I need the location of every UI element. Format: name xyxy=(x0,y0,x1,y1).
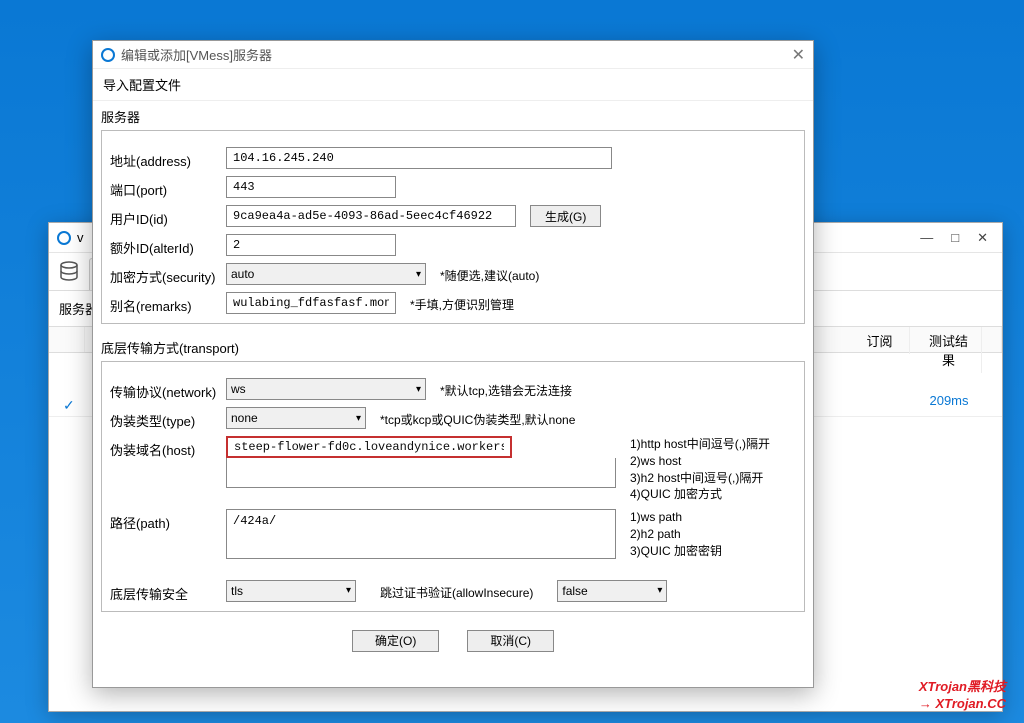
allow-insecure-value: false xyxy=(562,584,587,598)
host-hint-1: 1)http host中间逗号(,)隔开 xyxy=(630,436,770,453)
alterid-label: 额外ID(alterId) xyxy=(110,234,226,257)
test-latency-value: 209ms xyxy=(916,393,982,408)
col-subscription: 订阅 xyxy=(850,327,910,354)
security-label: 加密方式(security) xyxy=(110,263,226,286)
host-hint-2: 2)ws host xyxy=(630,453,770,470)
chevron-down-icon: ▾ xyxy=(346,585,351,596)
type-value: none xyxy=(231,411,258,425)
port-input[interactable] xyxy=(226,176,396,198)
menu-import-config[interactable]: 导入配置文件 xyxy=(93,69,813,101)
app-icon xyxy=(57,231,71,245)
close-button[interactable]: ✕ xyxy=(977,230,988,246)
allow-insecure-label: 跳过证书验证(allowInsecure) xyxy=(380,580,533,601)
main-window-title: v xyxy=(77,230,84,245)
tls-value: tls xyxy=(231,584,243,598)
host-extra-area[interactable] xyxy=(226,458,616,488)
ok-button[interactable]: 确定(O) xyxy=(352,630,439,652)
alterid-input[interactable] xyxy=(226,234,396,256)
group-server-header: 服务器 xyxy=(93,101,813,132)
tls-select[interactable]: tls ▾ xyxy=(226,580,356,602)
address-label: 地址(address) xyxy=(110,147,226,170)
dialog-title: 编辑或添加[VMess]服务器 xyxy=(121,45,272,64)
network-value: ws xyxy=(231,382,246,396)
userid-label: 用户ID(id) xyxy=(110,205,226,228)
chevron-down-icon: ▾ xyxy=(657,585,662,596)
type-hint: *tcp或kcp或QUIC伪装类型,默认none xyxy=(380,407,575,428)
tls-label: 底层传输安全 xyxy=(110,580,226,603)
group-transport: 传输协议(network) ws ▾ *默认tcp,选错会无法连接 伪装类型(t… xyxy=(101,361,805,612)
path-hint-1: 1)ws path xyxy=(630,509,722,526)
group-server: 地址(address) 端口(port) 用户ID(id) 生成(G) 额外ID… xyxy=(101,130,805,324)
host-input[interactable] xyxy=(226,436,512,458)
allow-insecure-select[interactable]: false ▾ xyxy=(557,580,667,602)
port-label: 端口(port) xyxy=(110,176,226,199)
chevron-down-icon: ▾ xyxy=(416,384,421,395)
dialog-close-button[interactable]: ✕ xyxy=(792,45,805,65)
path-hint-3: 3)QUIC 加密密钥 xyxy=(630,543,722,560)
col-test-result: 测试结果 xyxy=(916,327,982,373)
watermark-line2: XTrojan.CC xyxy=(919,695,1006,713)
vmess-dialog: 编辑或添加[VMess]服务器 ✕ 导入配置文件 服务器 地址(address)… xyxy=(92,40,814,688)
path-input[interactable]: /424a/ xyxy=(226,509,616,559)
path-label: 路径(path) xyxy=(110,509,226,532)
chevron-down-icon: ▾ xyxy=(416,269,421,280)
group-transport-header: 底层传输方式(transport) xyxy=(93,332,813,363)
address-input[interactable] xyxy=(226,147,612,169)
host-hint-3: 3)h2 host中间逗号(,)隔开 xyxy=(630,470,770,487)
network-label: 传输协议(network) xyxy=(110,378,226,401)
path-hint-2: 2)h2 path xyxy=(630,526,722,543)
remarks-hint: *手填,方便识别管理 xyxy=(410,292,514,313)
security-select[interactable]: auto ▾ xyxy=(226,263,426,285)
maximize-button[interactable]: □ xyxy=(951,230,959,246)
security-hint: *随便选,建议(auto) xyxy=(440,263,539,284)
type-label: 伪装类型(type) xyxy=(110,407,226,430)
dialog-app-icon xyxy=(101,48,115,62)
userid-input[interactable] xyxy=(226,205,516,227)
cancel-button[interactable]: 取消(C) xyxy=(467,630,554,652)
security-value: auto xyxy=(231,267,254,281)
watermark: XTrojan黑科技 XTrojan.CC xyxy=(919,678,1006,713)
network-hint: *默认tcp,选错会无法连接 xyxy=(440,378,572,399)
network-select[interactable]: ws ▾ xyxy=(226,378,426,400)
servers-icon xyxy=(57,260,81,284)
dialog-titlebar: 编辑或添加[VMess]服务器 ✕ xyxy=(93,41,813,69)
generate-id-button[interactable]: 生成(G) xyxy=(530,205,601,227)
host-label: 伪装域名(host) xyxy=(110,436,226,459)
host-hint-4: 4)QUIC 加密方式 xyxy=(630,486,770,503)
minimize-button[interactable]: — xyxy=(920,230,933,246)
check-icon: ✓ xyxy=(63,397,75,414)
watermark-line1: XTrojan黑科技 xyxy=(919,678,1006,696)
type-select[interactable]: none ▾ xyxy=(226,407,366,429)
remarks-input[interactable] xyxy=(226,292,396,314)
chevron-down-icon: ▾ xyxy=(356,413,361,424)
remarks-label: 别名(remarks) xyxy=(110,292,226,315)
